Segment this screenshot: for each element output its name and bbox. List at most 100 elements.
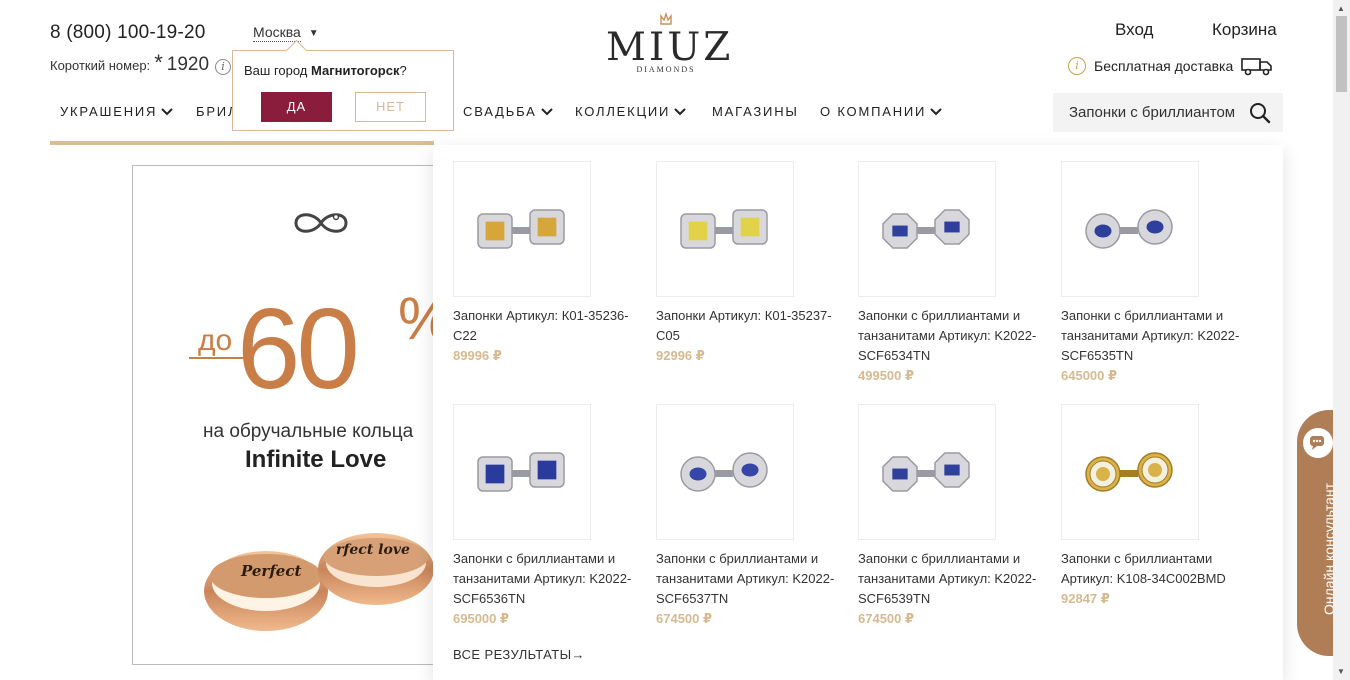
nav-label: УКРАШЕНИЯ <box>60 104 158 119</box>
promo-percent-sign: % <box>398 284 434 353</box>
cufflinks-image <box>1085 452 1173 492</box>
scroll-down-icon[interactable]: ▼ <box>1337 667 1345 676</box>
city-question: Ваш город Магнитогорск? <box>244 63 407 78</box>
product-title[interactable]: Запонки с бриллиантами и танзанитами Арт… <box>656 549 846 609</box>
short-number-star: * <box>154 50 163 75</box>
short-number: Короткий номер: * 1920 i <box>50 50 232 76</box>
product-image[interactable] <box>858 161 996 297</box>
search-input[interactable] <box>1069 104 1241 121</box>
product-price: 674500 ₽ <box>858 611 915 626</box>
search-result-card[interactable]: Запонки с бриллиантами Артикул: K108-34C… <box>1061 404 1251 609</box>
scroll-up-icon[interactable]: ▲ <box>1337 4 1345 13</box>
product-title[interactable]: Запонки Артикул: К01-35237-С05 <box>656 306 846 346</box>
product-image[interactable] <box>656 404 794 540</box>
city-selector[interactable]: Москва ▼ <box>253 24 319 42</box>
product-price: 92996 ₽ <box>656 348 705 363</box>
product-price: 695000 ₽ <box>453 611 510 626</box>
nav-label: МАГАЗИНЫ <box>712 104 799 119</box>
free-delivery[interactable]: i Бесплатная доставка <box>1068 56 1273 76</box>
city-question-prefix: Ваш город <box>244 63 311 78</box>
product-image[interactable] <box>453 404 591 540</box>
city-name[interactable]: Москва <box>253 24 301 42</box>
search-result-card[interactable]: Запонки с бриллиантами и танзанитами Арт… <box>858 161 1048 386</box>
crown-icon <box>660 12 672 25</box>
city-no-button[interactable]: НЕТ <box>355 92 426 122</box>
phone-number[interactable]: 8 (800) 100-19-20 <box>50 22 206 44</box>
search-box[interactable] <box>1053 93 1283 132</box>
promo-percent: 60 <box>237 286 360 413</box>
product-price: 645000 ₽ <box>1061 368 1118 383</box>
info-icon: i <box>1068 57 1086 75</box>
wedding-rings-image: Perfect rfect love <box>204 533 434 631</box>
city-confirm-popup: Ваш город Магнитогорск? ДА НЕТ <box>232 50 454 131</box>
chevron-down-icon <box>674 107 686 115</box>
login-link[interactable]: Вход <box>1115 20 1153 40</box>
nav-item-jewelry[interactable]: УКРАШЕНИЯ <box>60 104 173 119</box>
caret-down-icon: ▼ <box>308 27 319 39</box>
cufflinks-image <box>680 209 768 249</box>
logo-brand: MIUZ <box>606 25 734 70</box>
svg-text:rfect love: rfect love <box>336 542 410 558</box>
nav-item-collections[interactable]: КОЛЛЕКЦИИ <box>575 104 686 119</box>
product-title[interactable]: Запонки с бриллиантами и танзанитами Арт… <box>453 549 643 609</box>
chevron-down-icon <box>161 107 173 115</box>
product-price: 89996 ₽ <box>453 348 502 363</box>
product-title[interactable]: Запонки с бриллиантами и танзанитами Арт… <box>858 306 1048 366</box>
page-scrollbar[interactable]: ▲ ▼ <box>1333 0 1350 680</box>
free-delivery-label: Бесплатная доставка <box>1094 58 1234 74</box>
truck-icon <box>1241 58 1273 76</box>
city-yes-button[interactable]: ДА <box>261 92 332 122</box>
short-number-label: Короткий номер: <box>50 58 151 73</box>
product-image[interactable] <box>1061 404 1199 540</box>
product-price: 499500 ₽ <box>858 368 915 383</box>
infinity-logo-icon <box>294 213 348 233</box>
search-result-card[interactable]: Запонки с бриллиантами и танзанитами Арт… <box>858 404 1048 629</box>
info-icon[interactable]: i <box>215 59 232 75</box>
chevron-down-icon <box>930 107 942 115</box>
online-consultant-tab[interactable]: Онлайн консультант <box>1297 410 1337 656</box>
nav-label: СВАДЬБА <box>463 104 537 119</box>
cufflinks-image <box>680 452 768 492</box>
product-image[interactable] <box>858 404 996 540</box>
nav-label: О КОМПАНИИ <box>820 104 927 119</box>
chat-icon <box>1303 428 1333 458</box>
search-result-card[interactable]: Запонки с бриллиантами и танзанитами Арт… <box>453 404 643 629</box>
product-image[interactable] <box>656 161 794 297</box>
product-price: 674500 ₽ <box>656 611 713 626</box>
city-question-city: Магнитогорск <box>311 63 400 78</box>
nav-item-company[interactable]: О КОМПАНИИ <box>820 104 942 119</box>
search-result-card[interactable]: Запонки с бриллиантами и танзанитами Арт… <box>1061 161 1251 386</box>
cufflinks-image <box>1085 209 1173 249</box>
product-image[interactable] <box>453 161 591 297</box>
search-result-card[interactable]: Запонки Артикул: К01-35237-С05 92996 ₽ <box>656 161 846 366</box>
short-number-value: 1920 <box>166 54 210 75</box>
logo[interactable]: MIUZ DIAMONDS <box>606 12 734 74</box>
svg-text:Perfect: Perfect <box>240 562 301 580</box>
product-title[interactable]: Запонки с бриллиантами Артикул: K108-34C… <box>1061 549 1251 589</box>
nav-underline <box>50 141 434 145</box>
product-title[interactable]: Запонки с бриллиантами и танзанитами Арт… <box>1061 306 1251 366</box>
search-results-dropdown: Запонки Артикул: К01-35236-С22 89996 ₽ Зап… <box>433 145 1283 680</box>
cufflinks-image <box>882 209 970 249</box>
product-title[interactable]: Запонки Артикул: К01-35236-С22 <box>453 306 643 346</box>
promo-prefix: до <box>198 324 233 357</box>
product-title[interactable]: Запонки с бриллиантами и танзанитами Арт… <box>858 549 1048 609</box>
product-price: 92847 ₽ <box>1061 591 1110 606</box>
cufflinks-image <box>477 209 565 249</box>
chevron-down-icon <box>540 107 553 115</box>
promo-banner[interactable]: до 60 % на обручальные кольца Infinite L… <box>132 165 434 665</box>
cart-link[interactable]: Корзина <box>1212 20 1277 40</box>
search-result-card[interactable]: Запонки с бриллиантами и танзанитами Арт… <box>656 404 846 629</box>
product-image[interactable] <box>1061 161 1199 297</box>
cufflinks-image <box>882 452 970 492</box>
nav-item-stores[interactable]: МАГАЗИНЫ <box>712 104 799 119</box>
search-result-card[interactable]: Запонки Артикул: К01-35236-С22 89996 ₽ <box>453 161 643 366</box>
nav-label: КОЛЛЕКЦИИ <box>575 104 671 119</box>
city-question-suffix: ? <box>399 63 407 78</box>
all-results-link[interactable]: ВСЕ РЕЗУЛЬТАТЫ→ <box>453 647 585 662</box>
search-icon[interactable] <box>1249 102 1271 124</box>
scrollbar-thumb[interactable] <box>1336 16 1347 92</box>
nav-item-wedding[interactable]: СВАДЬБА <box>463 104 553 119</box>
promo-subtitle: на обручальные кольца <box>203 421 414 442</box>
cufflinks-image <box>477 452 565 492</box>
